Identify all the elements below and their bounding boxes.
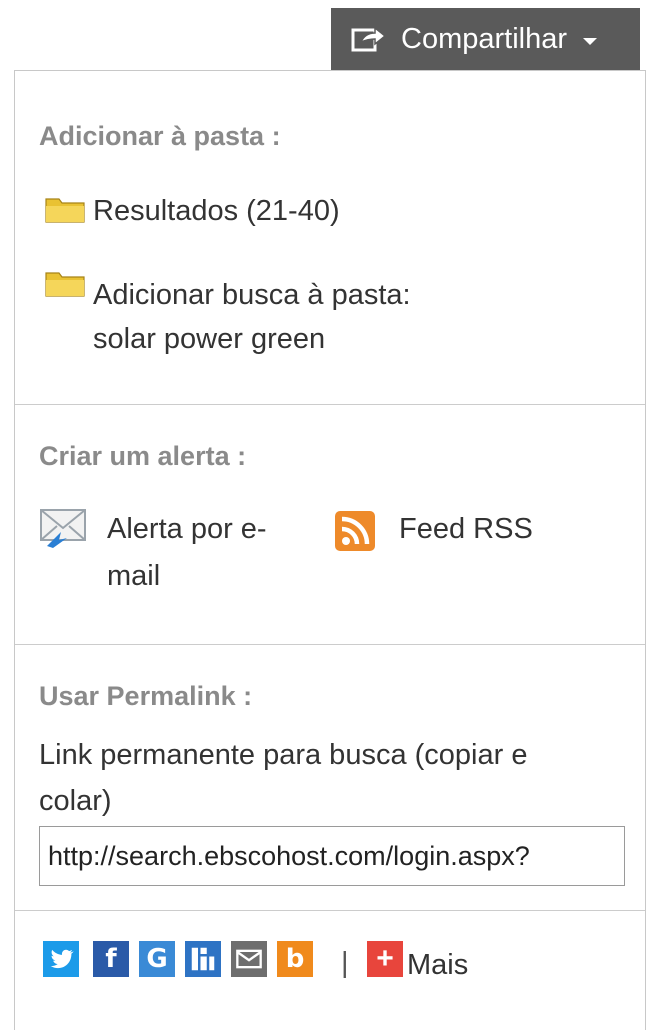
- share-button-label: Compartilhar: [401, 22, 567, 55]
- alert-section: Criar um alerta : Alerta por e- mail Fee…: [15, 405, 645, 645]
- twitter-icon[interactable]: [43, 941, 79, 977]
- plus-icon[interactable]: +: [367, 941, 403, 977]
- delicious-icon[interactable]: [185, 941, 221, 977]
- results-folder-link[interactable]: Resultados (21-40): [93, 195, 340, 228]
- permalink-description: Link permanente para busca (copiar e: [39, 739, 528, 771]
- alert-section-title: Criar um alerta :: [39, 441, 247, 471]
- chevron-down-icon: [583, 37, 597, 45]
- permalink-section-title: Usar Permalink :: [39, 681, 253, 711]
- add-search-link[interactable]: solar power green: [93, 323, 325, 356]
- email-alert-icon: [40, 509, 86, 548]
- more-share-link[interactable]: Mais: [407, 949, 468, 982]
- social-separator: |: [341, 947, 349, 979]
- share-button[interactable]: Compartilhar: [331, 8, 640, 70]
- folder-section-title: Adicionar à pasta :: [39, 121, 281, 151]
- blogger-icon[interactable]: b: [277, 941, 313, 977]
- rss-feed-link[interactable]: Feed RSS: [399, 513, 533, 546]
- email-alert-link-continued[interactable]: mail: [107, 560, 160, 593]
- permalink-url-input[interactable]: [39, 826, 625, 886]
- share-arrow-icon: [351, 26, 387, 52]
- permalink-description-continued: colar): [39, 785, 112, 817]
- folder-icon: [45, 272, 85, 297]
- add-search-label: Adicionar busca à pasta:: [93, 279, 411, 311]
- rss-icon: [335, 511, 375, 551]
- facebook-icon[interactable]: f: [93, 941, 129, 977]
- email-share-icon[interactable]: [231, 941, 267, 977]
- folder-icon: [45, 198, 85, 223]
- folder-section: Adicionar à pasta : Resultados (21-40) A…: [15, 71, 645, 405]
- share-dropdown-panel: Adicionar à pasta : Resultados (21-40) A…: [14, 70, 646, 1030]
- email-alert-link[interactable]: Alerta por e-: [107, 513, 267, 546]
- google-icon[interactable]: G: [139, 941, 175, 977]
